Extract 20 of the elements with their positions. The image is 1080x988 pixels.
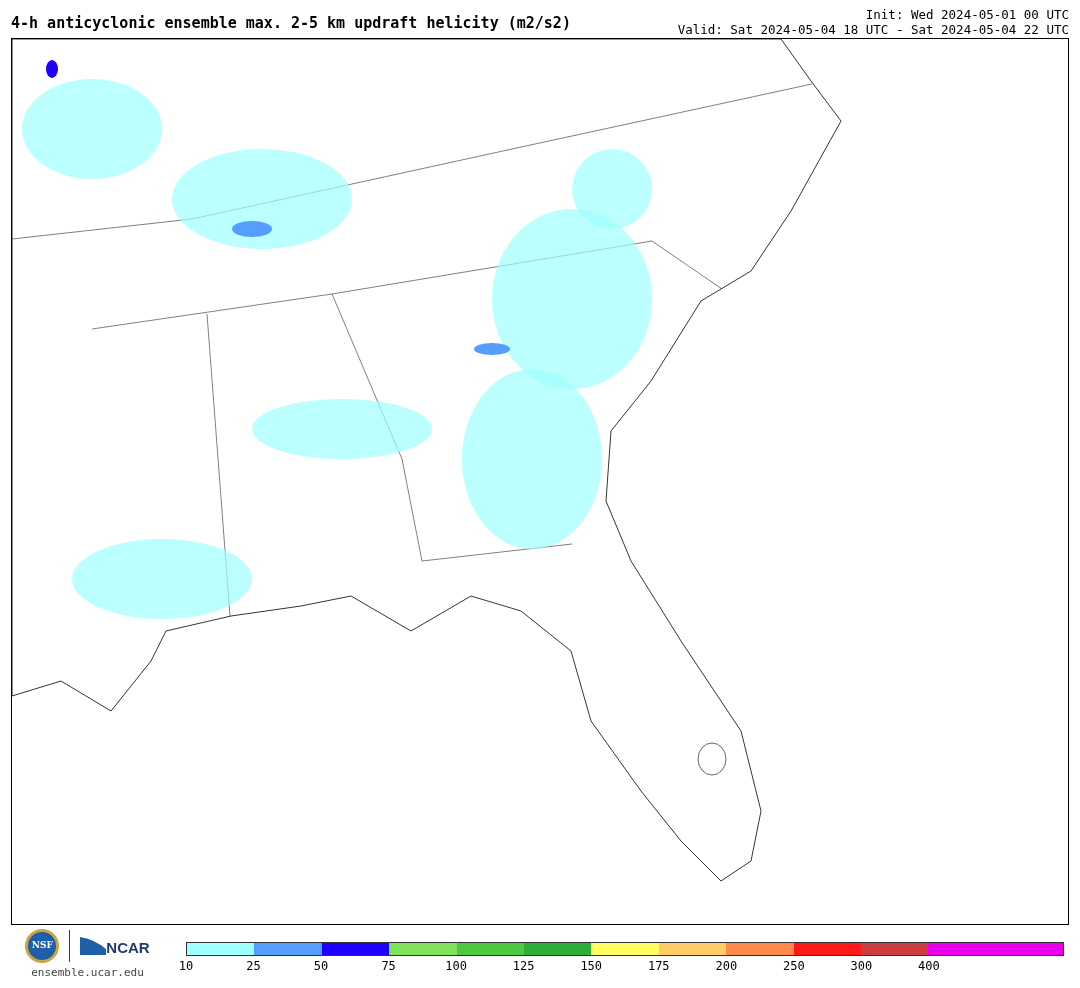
nsf-logo: NSF (25, 929, 60, 963)
valid-time: Valid: Sat 2024-05-04 18 UTC - Sat 2024-05-04 22 UTC (677, 22, 1069, 37)
colorbar-tick-label: 10 (178, 960, 194, 972)
init-time: Init: Wed 2024-05-01 00 UTC (865, 7, 1069, 22)
colorbar-tick-label: 25 (246, 960, 261, 972)
ncar-swoosh-icon (80, 937, 107, 955)
ncar-logo: NCAR (106, 940, 150, 955)
colorbar-tick-label: 250 (783, 960, 805, 972)
colorbar-tick-label: 50 (313, 960, 329, 972)
colorbar-tick-label: 200 (715, 960, 738, 972)
colorbar-tick-label: 175 (647, 960, 670, 972)
colorbar-tick-label: 75 (381, 960, 396, 972)
website-url: ensemble.ucar.edu (31, 965, 144, 981)
colorbar-tick-label: 150 (580, 960, 603, 972)
colorbar-segment (995, 943, 1064, 955)
colorbar-tick-label: 100 (445, 960, 467, 972)
colorbar-tick-label: 400 (918, 960, 940, 972)
colorbar-tick-label: 300 (850, 960, 873, 972)
colorbar-tick-label: 125 (512, 960, 535, 972)
chart-title: 4-h anticyclonic ensemble max. 2-5 km updraft helicity (m2/s2) (11, 16, 571, 34)
